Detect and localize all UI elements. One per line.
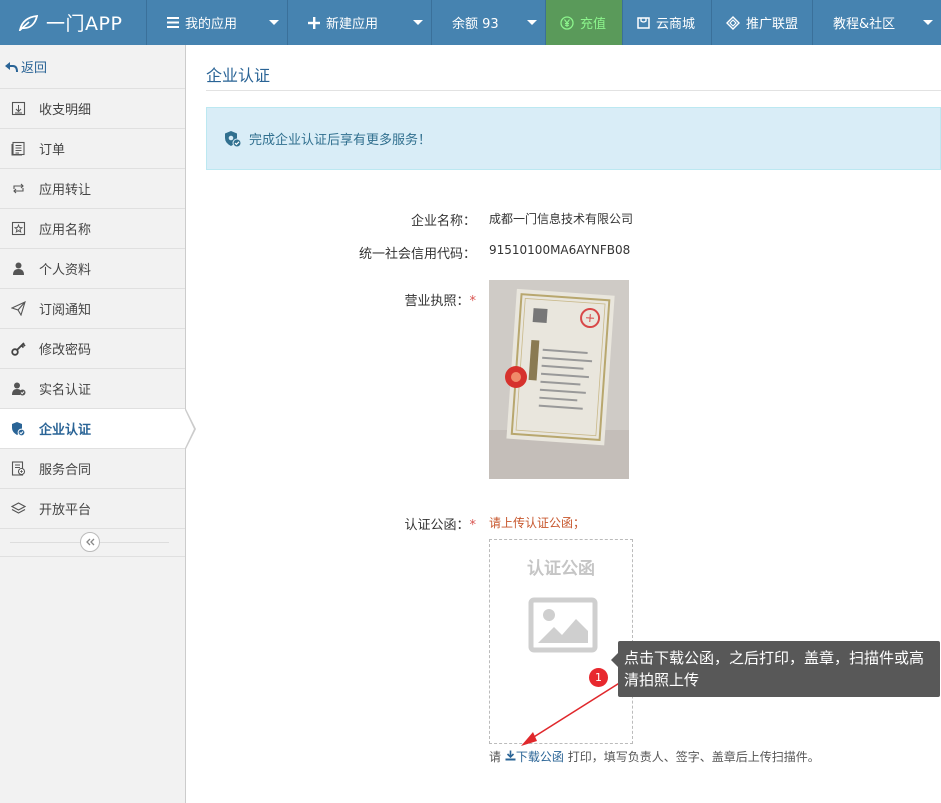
company-name-value: 成都一门信息技术有限公司 xyxy=(489,212,634,226)
download-icon xyxy=(505,750,516,761)
required-mark: * xyxy=(469,294,477,309)
sidebar-item-label: 服务合同 xyxy=(39,463,92,478)
nav-affiliate[interactable]: 推广联盟 xyxy=(711,0,812,45)
collapse-sidebar-button[interactable] xyxy=(80,532,100,552)
image-placeholder-icon xyxy=(528,597,598,653)
nav-new-app[interactable]: 新建应用 xyxy=(287,0,431,45)
sidebar-collapse-row xyxy=(0,529,185,557)
sidebar-item-real-name[interactable]: 实名认证 xyxy=(0,369,185,409)
sidebar-item-label: 订阅通知 xyxy=(39,303,92,318)
sidebar-item-label: 开放平台 xyxy=(39,503,92,518)
plus-icon xyxy=(308,16,320,29)
key-icon xyxy=(10,341,26,357)
sidebar: 返回 收支明细 订单 应用转让 应用名称 个人资料 订阅通知 修改密码 实名认证… xyxy=(0,45,196,803)
sidebar-item-open-platform[interactable]: 开放平台 xyxy=(0,489,185,529)
annotation-tooltip: 点击下载公函，之后打印，盖章，扫描件或高清拍照上传 xyxy=(611,641,940,697)
letter-label: 认证公函： xyxy=(404,518,470,533)
title-divider xyxy=(206,90,941,91)
shield-check-icon xyxy=(10,421,26,437)
sidebar-item-label: 订单 xyxy=(39,143,66,158)
info-alert: 完成企业认证后享有更多服务！ xyxy=(206,107,941,170)
sidebar-item-label: 修改密码 xyxy=(39,343,92,358)
chevron-down-icon xyxy=(527,20,537,25)
hint-suffix: 打印，填写负责人、签字、盖章后上传扫描件。 xyxy=(567,750,820,764)
nav-new-app-label: 新建应用 xyxy=(326,17,379,32)
alert-text: 完成企业认证后享有更多服务！ xyxy=(249,133,432,148)
sidebar-item-profile[interactable]: 个人资料 xyxy=(0,249,185,289)
user-icon xyxy=(10,261,26,277)
sidebar-item-ledger[interactable]: 收支明细 xyxy=(0,89,185,129)
sidebar-item-password[interactable]: 修改密码 xyxy=(0,329,185,369)
shield-check-icon xyxy=(225,130,242,147)
brand-name: 一门APP xyxy=(46,13,123,35)
back-link[interactable]: 返回 xyxy=(0,45,185,89)
sidebar-item-label: 应用名称 xyxy=(39,223,92,238)
sidebar-item-label: 企业认证 xyxy=(39,423,92,438)
nav-cloud-store-label: 云商城 xyxy=(656,17,696,32)
yen-circle-icon xyxy=(560,15,574,30)
nav-cloud-store[interactable]: 云商城 xyxy=(622,0,711,45)
letter-label-row: 认证公函：* xyxy=(276,514,476,533)
chevron-down-icon xyxy=(269,20,279,25)
download-hint: 请 下载公函 打印，填写负责人、签字、盖章后上传扫描件。 xyxy=(489,748,820,765)
double-chevron-left-icon xyxy=(86,538,95,546)
hint-prefix: 请 xyxy=(489,750,502,764)
credit-code-label: 统一社会信用代码： xyxy=(358,247,476,262)
user-check-icon xyxy=(10,381,26,397)
paper-plane-icon xyxy=(10,301,26,317)
credit-code-value: 91510100MA6AYNFB08 xyxy=(489,243,631,257)
step-badge: 1 xyxy=(589,668,608,687)
sidebar-item-transfer[interactable]: 应用转让 xyxy=(0,169,185,209)
sidebar-item-label: 应用转让 xyxy=(39,183,92,198)
top-navbar: 一门APP 我的应用 新建应用 余额 93 充值 云商城 推广联盟 教程&社区 xyxy=(0,0,941,45)
transfer-icon xyxy=(10,181,26,197)
chevron-down-icon xyxy=(413,20,423,25)
sidebar-item-label: 个人资料 xyxy=(39,263,92,278)
sidebar-item-orders[interactable]: 订单 xyxy=(0,129,185,169)
sidebar-item-subscriptions[interactable]: 订阅通知 xyxy=(0,289,185,329)
sidebar-item-app-name[interactable]: 应用名称 xyxy=(0,209,185,249)
nav-my-apps-label: 我的应用 xyxy=(185,17,238,32)
nav-affiliate-label: 推广联盟 xyxy=(746,17,799,32)
diamond-icon xyxy=(726,15,740,30)
sidebar-item-label: 实名认证 xyxy=(39,383,92,398)
layers-icon xyxy=(10,501,26,517)
list-icon xyxy=(167,17,179,28)
nav-my-apps[interactable]: 我的应用 xyxy=(146,0,287,45)
ledger-icon xyxy=(10,101,26,117)
brand-logo[interactable]: 一门APP xyxy=(0,0,146,45)
nav-recharge-button[interactable]: 充值 xyxy=(545,0,622,45)
required-mark: * xyxy=(469,518,477,533)
page-title: 企业认证 xyxy=(206,66,271,85)
letter-warning: 请上传认证公函； xyxy=(489,516,586,530)
sidebar-item-label: 收支明细 xyxy=(39,103,92,118)
nav-balance[interactable]: 余额 93 xyxy=(431,0,545,45)
contract-icon xyxy=(10,461,26,477)
chevron-down-icon xyxy=(923,20,933,25)
leaf-icon xyxy=(18,14,38,31)
annotation-arrow xyxy=(521,681,622,746)
back-label: 返回 xyxy=(21,61,48,76)
order-icon xyxy=(10,141,26,157)
license-photo xyxy=(489,280,629,479)
nav-tutorials[interactable]: 教程&社区 xyxy=(812,0,941,45)
company-name-label: 企业名称： xyxy=(410,214,476,229)
nav-balance-label: 余额 93 xyxy=(452,17,499,32)
upload-title: 认证公函 xyxy=(527,559,595,579)
back-arrow-icon xyxy=(5,61,18,72)
bag-icon xyxy=(637,16,650,29)
star-doc-icon xyxy=(10,221,26,237)
license-label-row: 营业执照：* xyxy=(276,290,476,309)
nav-tutorials-label: 教程&社区 xyxy=(833,17,896,32)
sidebar-item-enterprise-cert[interactable]: 企业认证 xyxy=(0,409,196,449)
sidebar-item-contract[interactable]: 服务合同 xyxy=(0,449,185,489)
nav-recharge-label: 充值 xyxy=(580,17,607,32)
license-label: 营业执照： xyxy=(404,294,470,309)
business-license-image[interactable] xyxy=(489,280,629,479)
download-letter-label: 下载公函 xyxy=(515,750,564,764)
download-letter-link[interactable]: 下载公函 xyxy=(505,750,568,764)
